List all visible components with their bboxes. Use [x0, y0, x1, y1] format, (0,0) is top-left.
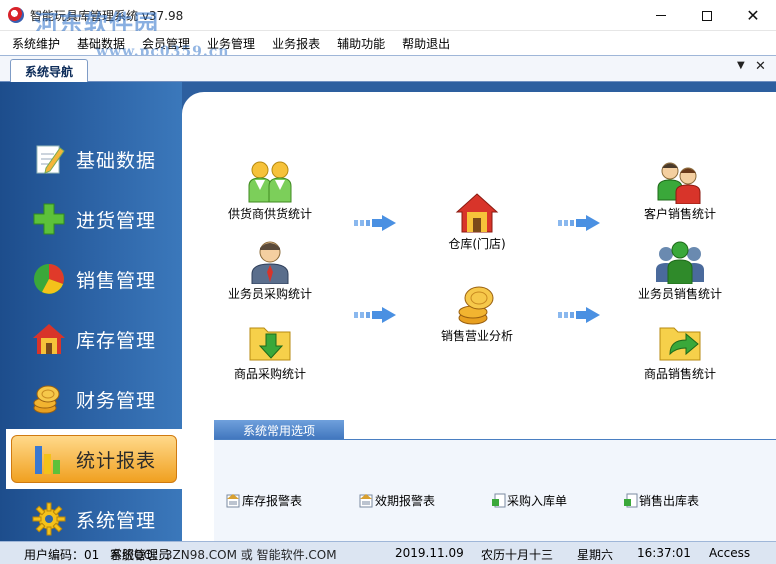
- customer-sales-stats-button[interactable]: 客户销售统计: [625, 160, 735, 222]
- customer-sales-stats-label: 客户销售统计: [643, 207, 716, 221]
- sales-analysis-button[interactable]: 销售营业分析: [422, 282, 532, 344]
- team-icon: [656, 241, 704, 284]
- status-user-code: 用户编码：01: [24, 548, 100, 562]
- sidebar-item-purchase[interactable]: 进货管理: [6, 189, 182, 249]
- salesman-sales-stats-button[interactable]: 业务员销售统计: [625, 240, 735, 302]
- tab-close-icon[interactable]: ✕: [755, 59, 766, 74]
- sales-outbound-label: 销售出库表: [639, 494, 700, 508]
- bar-chart-icon: [35, 446, 60, 474]
- report-icon: [226, 494, 240, 508]
- sidebar-item-label: 系统管理: [76, 510, 157, 532]
- tab-system-navigation[interactable]: 系统导航: [10, 59, 88, 82]
- status-contact: 客服QQ：3ZN98.COM 或 智能软件.COM: [110, 548, 337, 562]
- content-area: 供货商供货统计 业务员采购统计 商品采购统计 仓库(门店) 销售营业分析 客户销…: [182, 92, 776, 541]
- maximize-button[interactable]: [684, 0, 730, 31]
- sidebar-item-basic-data[interactable]: 基础数据: [6, 129, 182, 189]
- sidebar-item-label: 统计报表: [76, 450, 157, 472]
- menu-bar: 系统维护 基础数据 会员管理 业务管理 业务报表 辅助功能 帮助退出: [0, 31, 776, 55]
- house-icon: [33, 324, 65, 354]
- main-panel: 基础数据 进货管理 销售管理 库存管理 财务管理 统计报表 系统管理 供货商供货…: [0, 82, 776, 541]
- sidebar-item-label: 库存管理: [76, 330, 157, 352]
- status-lunar-date: 农历十月十三: [481, 548, 554, 562]
- minimize-icon: [656, 15, 666, 16]
- window-title: 智能玩具库管理系统 v37.98: [30, 9, 184, 23]
- product-sales-stats-button[interactable]: 商品销售统计: [625, 320, 735, 382]
- maximize-icon: [702, 10, 712, 21]
- app-logo-icon: [8, 7, 24, 23]
- quick-options-title: 系统常用选项: [214, 420, 344, 440]
- sidebar-item-label: 财务管理: [76, 390, 157, 412]
- expiry-alert-report-link[interactable]: 效期报警表: [359, 492, 435, 509]
- product-purchase-stats-label: 商品采购统计: [233, 367, 306, 381]
- flow-arrow-icon: [354, 215, 396, 231]
- menu-member[interactable]: 会员管理: [142, 35, 190, 52]
- quick-options-panel: [214, 439, 776, 541]
- sidebar: 基础数据 进货管理 销售管理 库存管理 财务管理 统计报表 系统管理: [0, 82, 182, 541]
- flow-arrow-icon: [558, 215, 600, 231]
- purchase-receipt-link[interactable]: 采购入库单: [491, 492, 567, 509]
- menu-basic-data[interactable]: 基础数据: [77, 35, 125, 52]
- flow-arrow-icon: [558, 307, 600, 323]
- stock-alert-report-label: 库存报警表: [242, 494, 303, 508]
- coins-icon: [33, 385, 60, 414]
- sidebar-item-sales[interactable]: 销售管理: [6, 249, 182, 309]
- purchase-receipt-label: 采购入库单: [507, 494, 568, 508]
- sidebar-item-label: 进货管理: [76, 210, 157, 232]
- salesman-purchase-stats-label: 业务员采购统计: [227, 287, 312, 301]
- sidebar-item-finance[interactable]: 财务管理: [6, 369, 182, 429]
- document-green-icon: [492, 493, 506, 508]
- sales-outbound-link[interactable]: 销售出库表: [623, 492, 699, 509]
- menu-system-maintenance[interactable]: 系统维护: [12, 35, 60, 52]
- salesman-icon: [251, 241, 289, 284]
- menu-business[interactable]: 业务管理: [207, 35, 255, 52]
- status-database: Access: [709, 546, 751, 560]
- menu-reports[interactable]: 业务报表: [272, 35, 320, 52]
- coins-stack-icon: [458, 286, 494, 325]
- sidebar-item-label: 销售管理: [76, 270, 157, 292]
- sales-analysis-label: 销售营业分析: [440, 329, 513, 343]
- menu-tools[interactable]: 辅助功能: [337, 35, 385, 52]
- supplier-stats-label: 供货商供货统计: [227, 207, 312, 221]
- pie-chart-icon: [34, 264, 64, 294]
- product-sales-stats-label: 商品销售统计: [643, 367, 716, 381]
- status-time: 16:37:01: [637, 546, 691, 560]
- sidebar-item-inventory[interactable]: 库存管理: [6, 309, 182, 369]
- title-bar: 智能玩具库管理系统 v37.98 河东软件园 ✕: [0, 0, 776, 38]
- stock-alert-report-link[interactable]: 库存报警表: [226, 492, 302, 509]
- pencil-note-icon: [36, 145, 65, 174]
- chevron-down-icon[interactable]: ▼: [737, 60, 745, 71]
- green-plus-icon: [33, 203, 65, 235]
- document-green-icon: [624, 493, 638, 508]
- folder-share-icon: [659, 327, 701, 361]
- status-bar: 用户编码：01 系统管理员 客服QQ：3ZN98.COM 或 智能软件.COM …: [0, 541, 776, 564]
- status-weekday: 星期六: [577, 548, 614, 562]
- menu-help-exit[interactable]: 帮助退出: [402, 35, 450, 52]
- sidebar-item-system[interactable]: 系统管理: [6, 489, 182, 549]
- minimize-button[interactable]: [638, 0, 684, 31]
- warehouse-button[interactable]: 仓库(门店): [422, 192, 532, 252]
- status-date: 2019.11.09: [395, 546, 464, 560]
- report-icon: [359, 494, 373, 508]
- tab-strip: 系统导航 ▼ ✕: [0, 55, 776, 82]
- warehouse-label: 仓库(门店): [448, 237, 506, 251]
- customers-icon: [657, 162, 701, 204]
- close-icon: ✕: [746, 6, 760, 25]
- gear-icon: [32, 502, 66, 536]
- product-purchase-stats-button[interactable]: 商品采购统计: [215, 320, 325, 382]
- expiry-alert-report-label: 效期报警表: [375, 494, 436, 508]
- sidebar-item-reports[interactable]: 统计报表: [6, 429, 182, 489]
- close-button[interactable]: ✕: [730, 0, 776, 31]
- flow-arrow-icon: [354, 307, 396, 323]
- supplier-stats-button[interactable]: 供货商供货统计: [215, 160, 325, 222]
- salesman-sales-stats-label: 业务员销售统计: [637, 287, 722, 301]
- folder-download-icon: [249, 327, 291, 361]
- salesman-purchase-stats-button[interactable]: 业务员采购统计: [215, 240, 325, 302]
- suppliers-icon: [248, 161, 292, 203]
- sidebar-item-label: 基础数据: [76, 150, 157, 172]
- warehouse-house-icon: [455, 193, 499, 233]
